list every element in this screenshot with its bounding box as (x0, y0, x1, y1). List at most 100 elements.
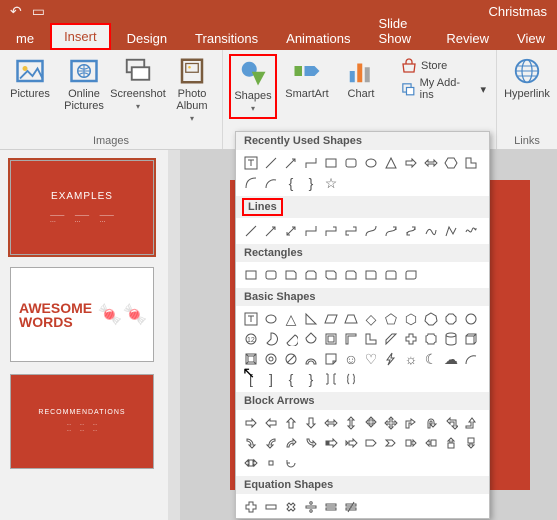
shape-arrow-left[interactable] (262, 414, 280, 432)
shape-frame[interactable] (322, 330, 340, 348)
tab-review[interactable]: Review (434, 27, 501, 50)
shape-curved-arrow[interactable] (382, 222, 400, 240)
shape-chord[interactable] (282, 330, 300, 348)
shape-moon[interactable]: ☾ (422, 350, 440, 368)
shape-brace-l[interactable]: { (282, 370, 300, 388)
shape-oval[interactable] (262, 310, 280, 328)
shape-freeform[interactable] (442, 222, 460, 240)
shape-pentagon[interactable]: ⬠ (382, 310, 400, 328)
shape-brace-l[interactable]: { (282, 174, 300, 192)
shape-arrow-callout-u[interactable] (442, 434, 460, 452)
shape-line[interactable] (242, 222, 260, 240)
shape-heptagon[interactable] (422, 310, 440, 328)
shape-arrow-callout-lr[interactable] (242, 454, 260, 472)
shape-brace-r[interactable]: } (302, 370, 320, 388)
shape-arrow-lrud[interactable] (382, 414, 400, 432)
shape-decagon[interactable] (462, 310, 480, 328)
tab-animations[interactable]: Animations (274, 27, 362, 50)
shape-multiply[interactable] (282, 498, 300, 516)
slide-thumbnail[interactable]: RECOMMENDATIONS ·················· (10, 374, 154, 469)
shape-arrow-circular[interactable] (282, 454, 300, 472)
shape-curved-double[interactable] (402, 222, 420, 240)
shape-arrow-curved-d[interactable] (302, 434, 320, 452)
shape-smiley[interactable]: ☺ (342, 350, 360, 368)
shape-teardrop[interactable] (302, 330, 320, 348)
shape-line-arrow[interactable] (282, 154, 300, 172)
shape-elbow-arrow[interactable] (322, 222, 340, 240)
shape-curve[interactable] (242, 174, 260, 192)
shape-textbox[interactable] (242, 154, 260, 172)
shape-snip1[interactable] (282, 266, 300, 284)
tab-home[interactable]: me (4, 27, 46, 50)
hyperlink-button[interactable]: Hyperlink (503, 54, 551, 102)
shape-curved-conn[interactable] (362, 222, 380, 240)
shape-dodecagon[interactable]: 12 (242, 330, 260, 348)
shape-triangle[interactable] (382, 154, 400, 172)
shape-lightning[interactable] (382, 350, 400, 368)
shape-arrow-up[interactable] (282, 414, 300, 432)
shape-divide[interactable] (302, 498, 320, 516)
tab-view[interactable]: View (505, 27, 557, 50)
smartart-button[interactable]: SmartArt (283, 54, 331, 102)
tab-slideshow[interactable]: Slide Show (366, 12, 430, 50)
shape-arc2[interactable] (462, 350, 480, 368)
shape-doublebrace[interactable] (342, 370, 360, 388)
shape-cloud[interactable]: ☁ (442, 350, 460, 368)
shape-line[interactable] (262, 154, 280, 172)
photo-album-button[interactable]: Photo Album▾ (168, 54, 216, 127)
shape-cube[interactable] (462, 330, 480, 348)
shape-hexagon[interactable]: ⬡ (402, 310, 420, 328)
shape-arc[interactable] (262, 174, 280, 192)
shape-plus[interactable] (242, 498, 260, 516)
shape-triangle[interactable]: △ (282, 310, 300, 328)
shape-rounded-rect[interactable] (342, 154, 360, 172)
shape-textbox[interactable] (242, 310, 260, 328)
shape-arrow-uturn[interactable] (422, 414, 440, 432)
shape-arrow-curved-u[interactable] (282, 434, 300, 452)
slideshow-icon[interactable]: ▭ (32, 3, 45, 20)
shape-arrow-lr[interactable] (422, 154, 440, 172)
shape-freeform-curve[interactable] (422, 222, 440, 240)
shape-scribble[interactable] (462, 222, 480, 240)
shape-arrow-bentup[interactable] (462, 414, 480, 432)
shape-lshape[interactable] (362, 330, 380, 348)
shape-diagstripe[interactable] (382, 330, 400, 348)
shape-rect[interactable] (242, 266, 260, 284)
shape-notequal[interactable] (342, 498, 360, 516)
shape-rounded-rect[interactable] (262, 266, 280, 284)
shape-connector[interactable] (302, 154, 320, 172)
shape-arrow-notched[interactable] (342, 434, 360, 452)
shape-arrow-right[interactable] (402, 154, 420, 172)
shape-donut[interactable] (262, 350, 280, 368)
shape-arrow-bent[interactable] (402, 414, 420, 432)
shape-line-double-arrow[interactable] (282, 222, 300, 240)
shape-octagon[interactable] (442, 310, 460, 328)
thumbnails-scrollbar[interactable] (168, 150, 180, 520)
shape-trapezoid[interactable] (342, 310, 360, 328)
shape-bevel[interactable] (242, 350, 260, 368)
shape-blockarc[interactable] (302, 350, 320, 368)
shape-can[interactable] (442, 330, 460, 348)
shape-arrow-right[interactable] (242, 414, 260, 432)
shape-arrow-quad[interactable] (362, 414, 380, 432)
shape-minus[interactable] (262, 498, 280, 516)
shape-heart[interactable]: ♡ (362, 350, 380, 368)
shape-arrow-callout-d[interactable] (462, 434, 480, 452)
shape-bracket-r[interactable]: ] (262, 370, 280, 388)
shape-arrow-callout-r[interactable] (402, 434, 420, 452)
shape-brace-r[interactable]: } (302, 174, 320, 192)
shape-snip2same[interactable] (302, 266, 320, 284)
screenshot-button[interactable]: Screenshot▾ (114, 54, 162, 115)
shape-round2diag[interactable] (402, 266, 420, 284)
shape-arrow-striped[interactable] (322, 434, 340, 452)
shape-rtriangle[interactable] (302, 310, 320, 328)
shape-star[interactable]: ☆ (322, 174, 340, 192)
shape-bracket-l[interactable]: [ (242, 370, 260, 388)
pictures-button[interactable]: Pictures (6, 54, 54, 102)
shape-arrow-leftup[interactable] (442, 414, 460, 432)
shape-equal[interactable] (322, 498, 340, 516)
shape-snipround[interactable] (342, 266, 360, 284)
shape-elbow-double[interactable] (342, 222, 360, 240)
shape-arrow-lr[interactable] (322, 414, 340, 432)
shape-arrow-ud[interactable] (342, 414, 360, 432)
